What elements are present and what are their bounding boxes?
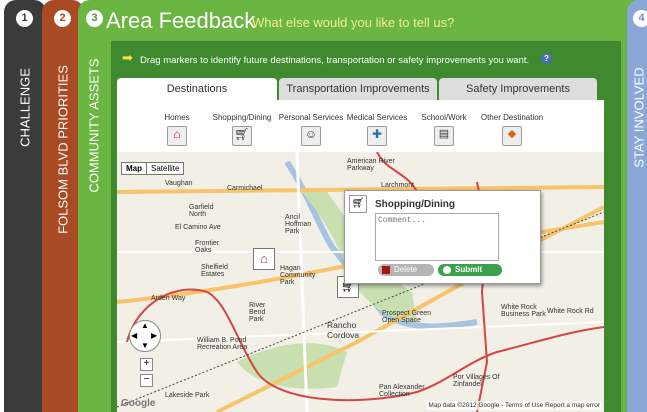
step-label-community-assets: COMMUNITY ASSETS <box>86 58 102 193</box>
category-homes[interactable]: Homes ⌂ <box>159 100 195 146</box>
map-label: American River Parkway <box>347 158 395 172</box>
person-icon[interactable]: ☺ <box>301 126 321 146</box>
category-shopping-dining[interactable]: Shopping/Dining 🛒︎ <box>211 100 273 146</box>
map-attribution[interactable]: Map data ©2012 Google - Terms of Use Rep… <box>426 401 602 410</box>
map-label: Prospect Green Open Space <box>382 310 432 324</box>
map-label: Hagan Community Park <box>280 265 316 286</box>
school-building-icon[interactable]: ▤ <box>434 126 454 146</box>
map-label: Por Villages Of Zinfandel <box>453 374 500 388</box>
pan-up-icon[interactable]: ▲ <box>141 321 149 330</box>
zoom-out-button[interactable]: − <box>140 374 153 387</box>
pan-left-icon[interactable]: ◀ <box>131 331 137 340</box>
category-label: School/Work <box>421 113 467 122</box>
category-label: Homes <box>164 113 190 122</box>
comment-textarea[interactable] <box>375 213 499 261</box>
step-label-challenge: CHALLENGE <box>17 68 33 147</box>
category-other-destination[interactable]: Other Destination ◆ <box>477 100 547 146</box>
tab-safety-improvements[interactable]: Safety Improvements <box>439 78 597 100</box>
home-marker-icon[interactable]: ⌂ <box>253 248 275 270</box>
step-number-badge: 4 <box>633 10 647 27</box>
arrow-right-icon: ➡ <box>122 50 133 65</box>
delete-label: Delete <box>394 265 418 274</box>
step-number-badge: 1 <box>16 10 33 27</box>
map-label: Arden Way <box>151 295 186 302</box>
map-label: Vaughan <box>165 180 193 187</box>
map-label: William B. Pond Recreation Area <box>197 337 248 351</box>
delete-button[interactable]: Delete <box>378 264 434 276</box>
trash-icon <box>382 266 390 274</box>
category-school-work[interactable]: School/Work ▤ <box>418 100 470 146</box>
shopping-cart-icon: 🛒︎ <box>349 195 367 213</box>
map-label: White Rock Rd <box>547 308 594 315</box>
page-title: Area Feedback <box>106 8 256 33</box>
step-number-badge: 2 <box>54 10 71 27</box>
map-label: Pan Alexander Collection <box>379 384 425 398</box>
map-label: Rancho Cordova <box>327 320 360 340</box>
category-label: Medical Services <box>346 113 408 122</box>
step-label-folsom-blvd-priorities: FOLSOM BLVD PRIORITIES <box>55 65 71 234</box>
marker-categories: Homes ⌂ Shopping/Dining 🛒︎ Personal Serv… <box>117 100 604 152</box>
map-label: Frontier Oaks <box>195 240 220 254</box>
checkmark-icon <box>443 266 451 274</box>
instruction-text: Drag markers to identify future destinat… <box>140 55 530 66</box>
map-label: Ancil Hoffman Park <box>285 214 312 235</box>
popup-title: Shopping/Dining <box>375 199 455 210</box>
map-label: El Camino Ave <box>175 224 221 231</box>
tab-destinations[interactable]: Destinations <box>117 78 277 100</box>
submit-button[interactable]: Submit <box>438 264 502 276</box>
step-panel-challenge[interactable]: 1 CHALLENGE <box>4 0 46 412</box>
map-type-control: Map Satellite <box>121 162 185 175</box>
medical-caduceus-icon[interactable]: ✚ <box>367 126 387 146</box>
step-number-badge: 3 <box>86 10 103 27</box>
pan-down-icon[interactable]: ▼ <box>141 341 149 350</box>
category-label: Shopping/Dining <box>212 113 272 122</box>
other-destination-icon[interactable]: ◆ <box>502 126 522 146</box>
page-subtitle: What else would you like to tell us? <box>252 15 455 30</box>
marker-comment-popup: 🛒︎ Shopping/Dining Delete Submit <box>344 190 541 284</box>
map-type-satellite-button[interactable]: Satellite <box>147 162 185 175</box>
map-label: White Rock Business Park <box>501 304 546 318</box>
step-panel-stay-involved[interactable]: 4 STAY INVOLVED <box>627 0 647 412</box>
submit-label: Submit <box>455 265 483 274</box>
map-pan-control[interactable]: ▲ ▼ ◀ ▶ <box>129 320 161 352</box>
step-label-stay-involved: STAY INVOLVED <box>631 67 647 168</box>
map-label: Garfield North <box>189 204 214 218</box>
map-label: Shelfield Estates <box>201 264 228 278</box>
pan-right-icon[interactable]: ▶ <box>151 331 157 340</box>
tab-transportation-improvements[interactable]: Transportation Improvements <box>279 78 437 100</box>
map-label: River Bend Park <box>249 302 266 323</box>
category-label: Personal Services <box>278 113 344 122</box>
map-label: Larchmont <box>381 182 415 189</box>
map-label: Carmichael <box>227 185 263 192</box>
google-logo: Google <box>121 398 156 409</box>
home-icon[interactable]: ⌂ <box>167 126 187 146</box>
category-label: Other Destination <box>480 113 544 122</box>
map-label: Lakeside Park <box>165 392 210 399</box>
category-personal-services[interactable]: Personal Services ☺ <box>277 100 345 146</box>
zoom-in-button[interactable]: + <box>140 358 153 371</box>
category-medical-services[interactable]: Medical Services ✚ <box>345 100 409 146</box>
map-type-map-button[interactable]: Map <box>121 162 147 175</box>
help-icon[interactable]: ? <box>541 53 552 64</box>
shopping-cart-icon[interactable]: 🛒︎ <box>232 126 252 146</box>
